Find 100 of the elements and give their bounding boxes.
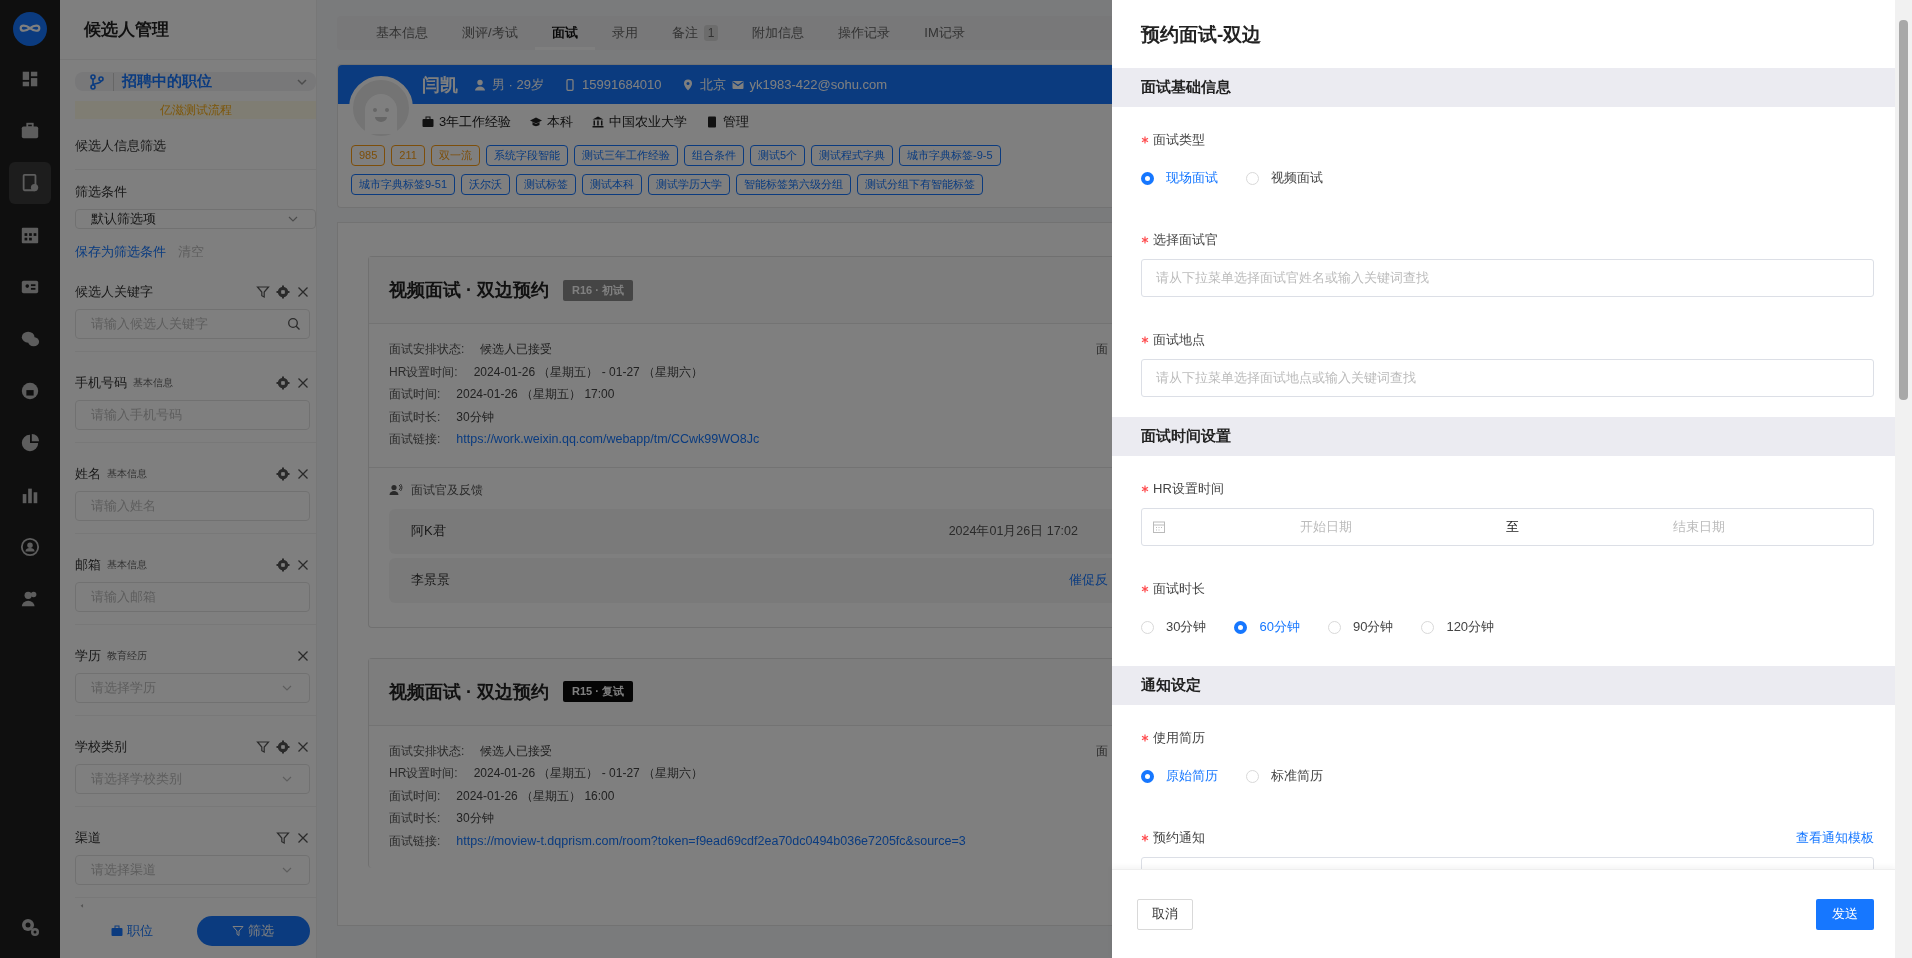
field-value: 候选人已接受 [480, 742, 553, 760]
field-value: 候选人已接受 [480, 341, 553, 358]
field-label: 面 [1096, 742, 1108, 760]
settings-icon[interactable] [19, 916, 41, 938]
scrollbar[interactable] [1895, 0, 1912, 958]
section-header: 面试时间设置 [1112, 417, 1895, 456]
calendar-icon [20, 225, 40, 245]
field-label: 面试时间: [389, 386, 441, 403]
tag: 测试程式字典 [811, 145, 894, 166]
panel-title: 候选人管理 [84, 19, 169, 41]
filter-label: 筛选条件 [75, 183, 128, 202]
job-selector[interactable]: 招聘中的职位 [75, 72, 316, 91]
cancel-button[interactable]: 取消 [1137, 898, 1193, 930]
person-icon [474, 78, 486, 91]
tab[interactable]: IM记录 [907, 16, 982, 50]
tab[interactable]: 备注 1 [654, 16, 736, 50]
field-label: HR设置时间 [1153, 480, 1224, 498]
settings-icon[interactable] [276, 740, 290, 755]
panel-tab[interactable]: 筛选 [196, 916, 310, 946]
city: 北京 [699, 75, 726, 94]
funnel-icon[interactable] [256, 740, 270, 755]
radio-button[interactable]: 90分钟 [1327, 618, 1394, 636]
school: 中国农业大学 [609, 113, 688, 131]
field-label: 面试安排状态: [389, 742, 465, 760]
settings-icon[interactable] [276, 558, 290, 573]
drawer-title: 预约面试-双边 [1139, 23, 1263, 47]
input-field[interactable]: 请从下拉菜单选择面试地点或输入关键词查找 [1141, 359, 1874, 397]
radio-button[interactable]: 60分钟 [1234, 618, 1300, 636]
tab[interactable]: 测评/考试 [445, 16, 535, 50]
section-title: 候选人信息筛选 [75, 137, 167, 155]
field-label: 面试链接: [389, 832, 441, 850]
save-filter-link[interactable]: 保存为筛选条件 [75, 243, 166, 262]
date-range-field[interactable]: 开始日期 至 结束日期 [1141, 508, 1874, 546]
send-button[interactable]: 发送 [1816, 898, 1874, 930]
phone-number: 15991684010 [582, 77, 662, 92]
field-value: 2024-01-26 （星期五） - 01-27 （星期六） [473, 363, 704, 381]
input-field[interactable]: 请从下拉菜单选择面试官姓名或输入关键词查找 [1141, 259, 1874, 297]
interviewer-name: 李景景 [411, 571, 451, 589]
remind-link[interactable]: 催促反 [1069, 571, 1108, 589]
filter-category: 教育经历 [107, 649, 147, 664]
field-label: 面试链接: [389, 431, 441, 448]
field-label: HR设置时间: [389, 363, 458, 381]
view-template-link[interactable]: 查看通知模板 [1796, 829, 1874, 847]
nav-item[interactable] [9, 162, 51, 204]
tag: 智能标签第六级分组 [736, 174, 852, 195]
tag: 系统字段智能 [485, 145, 568, 166]
count-badge: 1 [703, 25, 719, 41]
field-label: 面试时长 [1153, 580, 1205, 598]
field-value: 2024-01-26 （星期五） - 01-27 （星期六） [473, 765, 704, 782]
settings-icon[interactable] [276, 467, 290, 482]
field-label: 面试时长: [389, 408, 441, 426]
filter-label: 候选人关键字 [75, 283, 153, 302]
degree: 本科 [547, 113, 574, 131]
radio-button[interactable]: 现场面试 [1141, 169, 1218, 187]
tab[interactable]: 面试 [534, 16, 595, 50]
meeting-link[interactable]: https://moview-t.dqprism.com/room?token=f9ead69cdf2ea70dc0494b036e7205fc&source=3 [456, 829, 966, 852]
logo-icon [13, 12, 47, 46]
filter-category: 基本信息 [107, 467, 147, 482]
radio-button[interactable]: 原始简历 [1141, 767, 1218, 785]
field-label: 选择面试官 [1153, 231, 1218, 249]
tag: 测试标签 [516, 174, 577, 195]
tag: 测试本科 [582, 174, 643, 195]
mail-icon [731, 78, 744, 91]
filter-label: 姓名 [75, 465, 101, 484]
field-value: 30分钟 [456, 408, 494, 426]
tab[interactable]: 录用 [594, 16, 655, 50]
tab[interactable]: 操作记录 [821, 16, 908, 50]
interviewer-name: 阿K君 [411, 522, 447, 540]
radio-button[interactable]: 120分钟 [1421, 618, 1495, 636]
person-circle-icon [20, 537, 40, 557]
field-value: 30分钟 [456, 810, 494, 827]
radio-button[interactable]: 标准简历 [1246, 767, 1323, 785]
process-banner: 亿滋测试流程 [75, 101, 316, 119]
field-label: HR设置时间: [389, 765, 458, 782]
major: 管理 [723, 113, 750, 131]
conditions-select[interactable]: 默认筛选项 [75, 209, 316, 230]
section-header: 面试基础信息 [1112, 68, 1895, 107]
funnel-icon[interactable] [256, 285, 270, 300]
tag: 985 [351, 145, 386, 166]
settings-icon[interactable] [276, 376, 290, 391]
radio-button[interactable]: 30分钟 [1141, 618, 1207, 636]
tag: 测试三年工作经验 [573, 145, 678, 166]
field-label: 预约通知 [1153, 829, 1205, 847]
tab[interactable]: 基本信息 [359, 16, 445, 50]
building-icon [592, 116, 605, 128]
tag: 双一流 [430, 145, 480, 166]
settings-icon[interactable] [276, 285, 290, 300]
briefcase-icon [422, 116, 434, 128]
briefcase-icon [20, 121, 40, 141]
graduation-cap-icon [530, 116, 543, 128]
meeting-link[interactable]: https://work.weixin.qq.com/webapp/tm/CCwk99WO8Jc [456, 428, 760, 451]
search-icon [287, 317, 301, 332]
tab[interactable]: 附加信息 [735, 16, 822, 50]
field-label: 面 [1096, 341, 1108, 358]
tag: 组合条件 [683, 145, 744, 166]
funnel-icon [232, 925, 245, 937]
field-label: 面试时间: [389, 787, 441, 805]
chat-icon [20, 329, 40, 349]
funnel-icon[interactable] [276, 831, 290, 846]
radio-button[interactable]: 视频面试 [1246, 169, 1323, 187]
